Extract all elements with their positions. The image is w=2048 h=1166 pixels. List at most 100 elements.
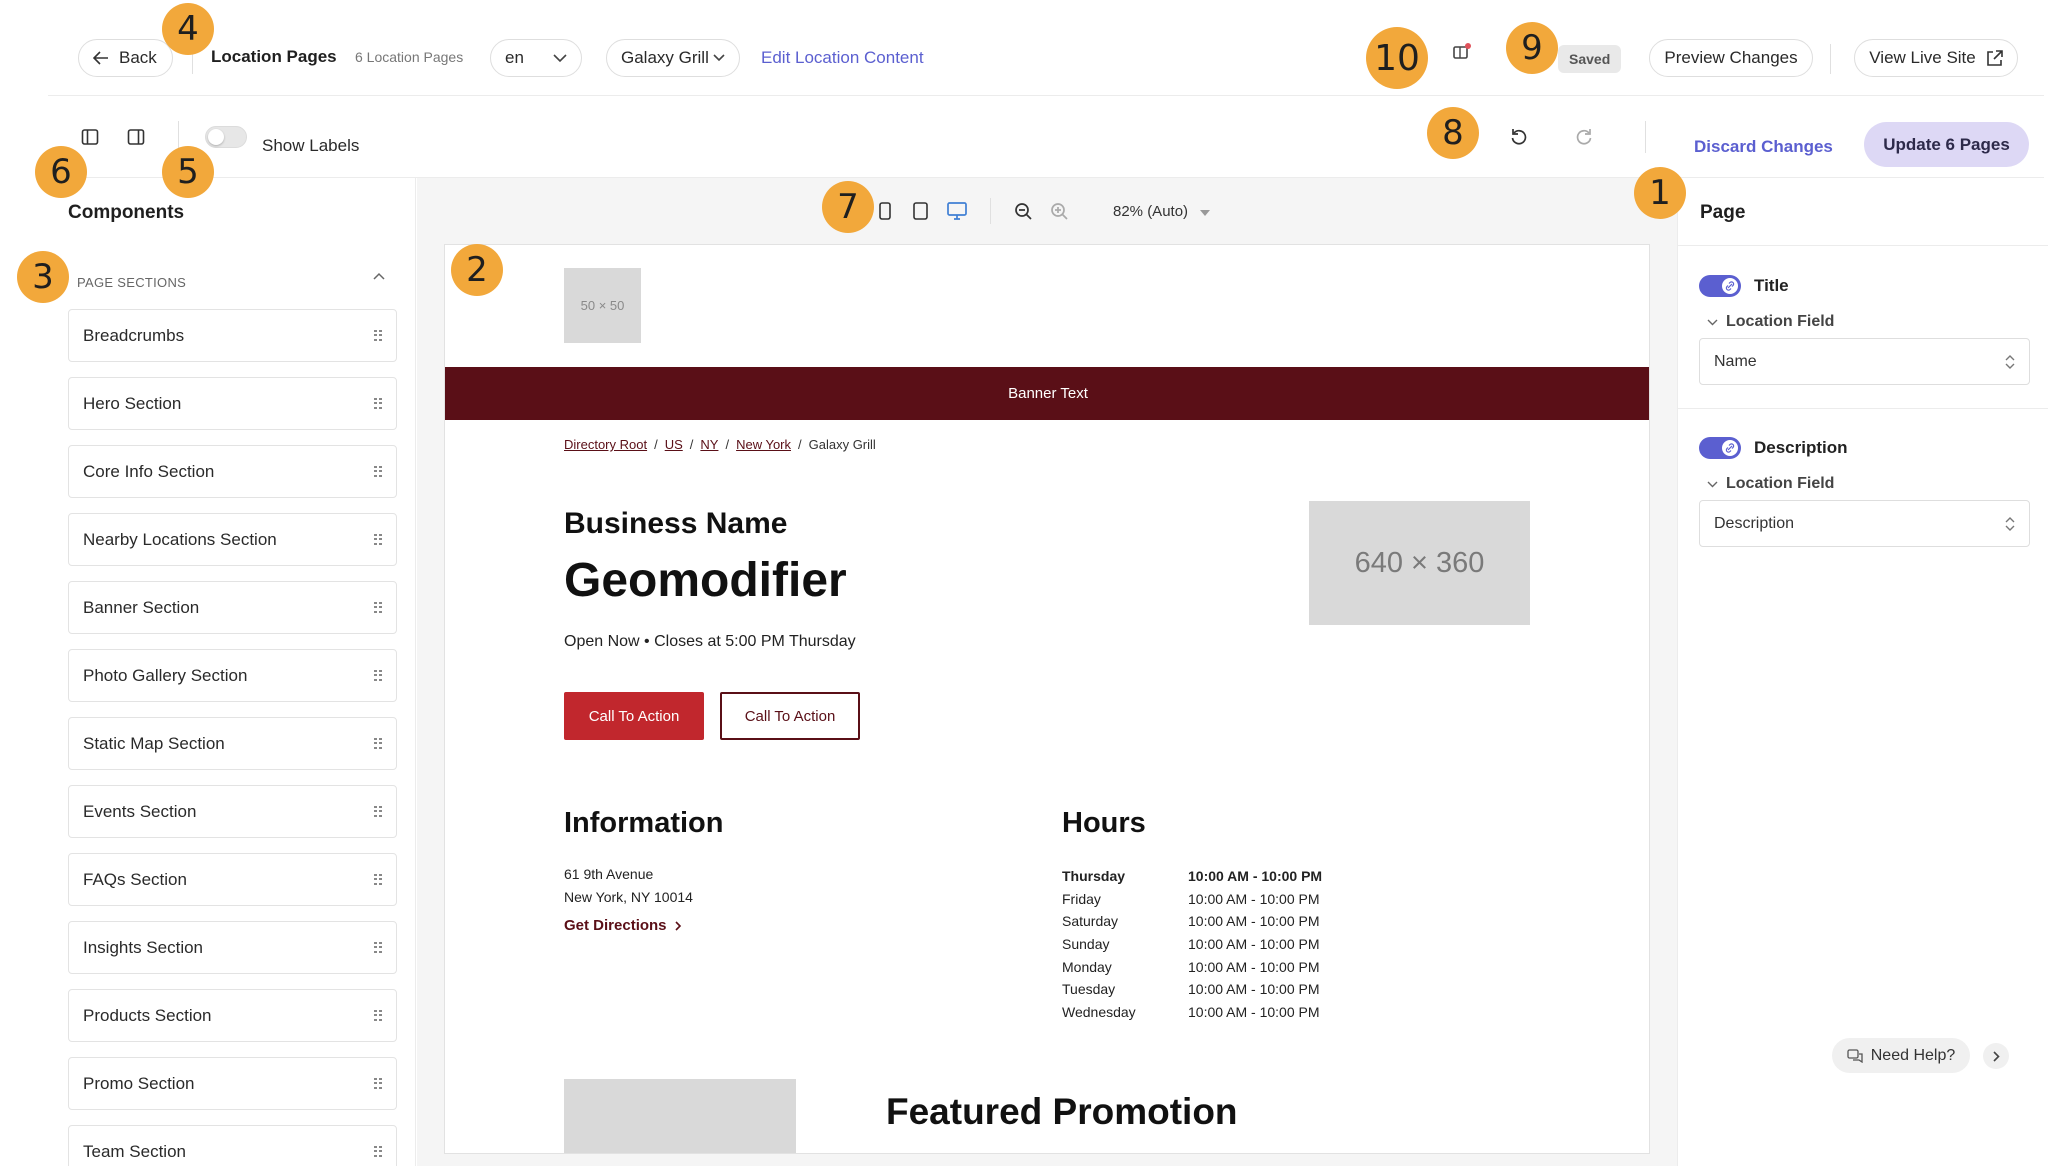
hours-row: Monday 10:00 AM - 10:00 PM xyxy=(1062,955,1322,978)
drag-handle-icon[interactable] xyxy=(374,805,382,818)
drag-handle-icon[interactable] xyxy=(374,873,382,886)
redo-button[interactable] xyxy=(1570,123,1598,151)
component-item[interactable]: Team Section xyxy=(68,1125,397,1166)
breadcrumb-link[interactable]: Directory Root xyxy=(564,437,647,452)
drag-handle-icon[interactable] xyxy=(374,669,382,682)
annotation-marker: 2 xyxy=(451,244,503,296)
zoom-select[interactable]: 82% (Auto) xyxy=(1113,203,1211,220)
chevron-up-icon[interactable] xyxy=(373,272,385,280)
drag-handle-icon[interactable] xyxy=(374,1145,382,1158)
information-heading: Information xyxy=(564,807,724,839)
show-labels-toggle[interactable] xyxy=(205,126,247,148)
hours-time: 10:00 AM - 10:00 PM xyxy=(1188,936,1320,953)
back-label: Back xyxy=(119,48,157,67)
zoom-value: 82% (Auto) xyxy=(1113,203,1189,220)
drag-handle-icon[interactable] xyxy=(374,1077,382,1090)
hero-image-placeholder[interactable]: 640 × 360 xyxy=(1309,501,1530,625)
component-label: Events Section xyxy=(83,801,197,821)
drag-handle-icon[interactable] xyxy=(374,329,382,342)
view-live-site-button[interactable]: View Live Site xyxy=(1854,39,2018,77)
hours-row: Sunday 10:00 AM - 10:00 PM xyxy=(1062,933,1322,956)
component-item[interactable]: Products Section xyxy=(68,989,397,1042)
need-help-button[interactable]: Need Help? xyxy=(1832,1038,1970,1073)
page-sections-header[interactable]: PAGE SECTIONS xyxy=(77,275,186,290)
drag-handle-icon[interactable] xyxy=(374,533,382,546)
promo-image-placeholder[interactable] xyxy=(564,1079,796,1153)
logo-placeholder[interactable]: 50 × 50 xyxy=(564,268,641,343)
component-item[interactable]: Static Map Section xyxy=(68,717,397,770)
breadcrumb-separator: / xyxy=(725,437,730,452)
breadcrumb-link[interactable]: US xyxy=(665,437,683,452)
component-label: Banner Section xyxy=(83,597,200,617)
language-value: en xyxy=(505,48,524,67)
description-toggle[interactable] xyxy=(1699,437,1741,459)
right-sidebar-icon xyxy=(127,129,145,145)
preview-changes-button[interactable]: Preview Changes xyxy=(1649,39,1813,77)
discard-changes-button[interactable]: Discard Changes xyxy=(1694,137,1833,157)
description-field-select[interactable]: Description xyxy=(1699,500,2030,547)
component-item[interactable]: Photo Gallery Section xyxy=(68,649,397,702)
component-item[interactable]: Nearby Locations Section xyxy=(68,513,397,566)
zoom-out-button[interactable] xyxy=(1009,197,1037,225)
component-item[interactable]: Banner Section xyxy=(68,581,397,634)
undo-button[interactable] xyxy=(1505,123,1533,151)
chevron-up-down-icon xyxy=(2005,354,2015,369)
page-preview[interactable]: 50 × 50 Banner Text Directory Root / US / … xyxy=(444,244,1650,1154)
tablet-icon xyxy=(912,202,928,220)
location-field-toggle[interactable]: Location Field xyxy=(1707,313,1834,331)
update-pages-button[interactable]: Update 6 Pages xyxy=(1864,122,2029,167)
zoom-out-icon xyxy=(1014,202,1032,220)
language-select[interactable]: en xyxy=(490,39,582,77)
title-field-select[interactable]: Name xyxy=(1699,338,2030,385)
desktop-view-button[interactable] xyxy=(943,197,971,225)
canvas-area: 82% (Auto) 50 × 50 Banner Text Directory… xyxy=(417,178,1677,1166)
back-button[interactable]: Back xyxy=(78,39,173,77)
notifications-button[interactable] xyxy=(1448,38,1476,66)
component-item[interactable]: Events Section xyxy=(68,785,397,838)
tablet-view-button[interactable] xyxy=(906,197,934,225)
component-label: FAQs Section xyxy=(83,869,187,889)
secondary-cta-button[interactable]: Call To Action xyxy=(720,692,860,740)
edit-location-content-link[interactable]: Edit Location Content xyxy=(761,48,924,68)
component-item[interactable]: FAQs Section xyxy=(68,853,397,906)
component-item[interactable]: Hero Section xyxy=(68,377,397,430)
banner-text: Banner Text xyxy=(1008,385,1088,402)
toggle-right-panel-button[interactable] xyxy=(122,123,150,151)
mobile-view-button[interactable] xyxy=(871,197,899,225)
breadcrumb-link[interactable]: New York xyxy=(736,437,791,452)
component-label: Insights Section xyxy=(83,937,204,957)
toggle-left-panel-button[interactable] xyxy=(76,123,104,151)
divider xyxy=(1645,121,1646,153)
breadcrumb-link[interactable]: NY xyxy=(700,437,718,452)
hours-day: Wednesday xyxy=(1062,1003,1136,1020)
component-item[interactable]: Core Info Section xyxy=(68,445,397,498)
component-label: Hero Section xyxy=(83,393,182,413)
drag-handle-icon[interactable] xyxy=(374,465,382,478)
drag-handle-icon[interactable] xyxy=(374,737,382,750)
zoom-in-button[interactable] xyxy=(1045,197,1073,225)
select-value: Name xyxy=(1714,352,1757,370)
title-toggle[interactable] xyxy=(1699,275,1741,297)
banner-section[interactable]: Banner Text xyxy=(445,367,1649,420)
hours-day: Tuesday xyxy=(1062,981,1116,998)
drag-handle-icon[interactable] xyxy=(374,941,382,954)
field-sub-label: Location Field xyxy=(1726,313,1835,330)
divider xyxy=(1678,408,2048,409)
need-help-label: Need Help? xyxy=(1870,1046,1956,1064)
component-item[interactable]: Promo Section xyxy=(68,1057,397,1110)
components-title: Components xyxy=(68,202,185,223)
chat-icon xyxy=(1847,1048,1863,1063)
drag-handle-icon[interactable] xyxy=(374,1009,382,1022)
location-field-toggle[interactable]: Location Field xyxy=(1707,475,1834,493)
drag-handle-icon[interactable] xyxy=(374,601,382,614)
drag-handle-icon[interactable] xyxy=(374,397,382,410)
component-label: Team Section xyxy=(83,1141,186,1161)
address-line: 61 9th Avenue xyxy=(564,866,654,882)
location-select[interactable]: Galaxy Grill xyxy=(606,39,740,77)
get-directions-link[interactable]: Get Directions xyxy=(564,917,682,934)
expand-help-button[interactable] xyxy=(1983,1043,2009,1069)
component-item[interactable]: Breadcrumbs xyxy=(68,309,397,362)
chevron-up-down-icon xyxy=(2005,516,2015,531)
component-item[interactable]: Insights Section xyxy=(68,921,397,974)
primary-cta-button[interactable]: Call To Action xyxy=(564,692,704,740)
